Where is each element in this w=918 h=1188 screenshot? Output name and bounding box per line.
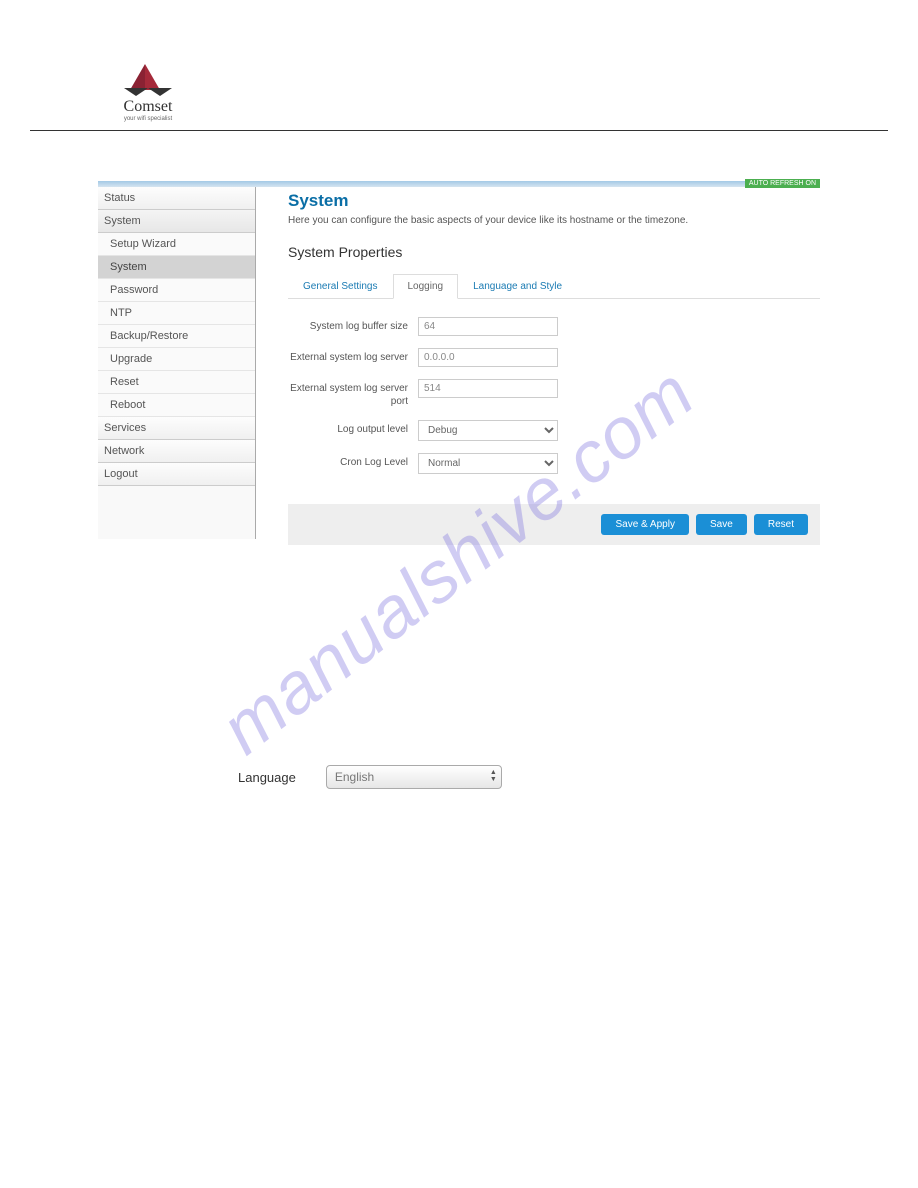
nav-ntp[interactable]: NTP — [98, 302, 255, 325]
tab-language-style[interactable]: Language and Style — [458, 274, 577, 299]
log-server-port-label: External system log server port — [288, 379, 418, 408]
page-subtitle: Here you can configure the basic aspects… — [288, 215, 820, 226]
action-bar: Save & Apply Save Reset — [288, 504, 820, 545]
log-server-port-input[interactable] — [418, 379, 558, 398]
stepper-icon: ▲▼ — [490, 769, 497, 783]
header-divider — [30, 130, 888, 131]
brand-name: Comset — [124, 98, 173, 116]
nav-reboot[interactable]: Reboot — [98, 394, 255, 417]
reset-button[interactable]: Reset — [754, 514, 808, 535]
tab-logging[interactable]: Logging — [393, 274, 459, 299]
main-content: System Here you can configure the basic … — [256, 187, 820, 545]
nav-logout[interactable]: Logout — [98, 463, 255, 486]
logo-icon — [122, 60, 174, 96]
section-title: System Properties — [288, 244, 820, 260]
nav-system[interactable]: System — [98, 210, 255, 233]
page-title: System — [288, 191, 820, 211]
buffer-size-input[interactable] — [418, 317, 558, 336]
cron-log-level-select[interactable]: Normal — [418, 453, 558, 474]
log-server-label: External system log server — [288, 348, 418, 364]
language-select[interactable]: English ▲▼ — [326, 765, 502, 789]
tabs: General Settings Logging Language and St… — [288, 274, 820, 299]
nav-setup-wizard[interactable]: Setup Wizard — [98, 233, 255, 256]
nav-network[interactable]: Network — [98, 440, 255, 463]
buffer-size-label: System log buffer size — [288, 317, 418, 333]
brand-logo: Comset your wifi specialist — [108, 60, 188, 122]
nav-password[interactable]: Password — [98, 279, 255, 302]
nav-status[interactable]: Status — [98, 187, 255, 210]
save-apply-button[interactable]: Save & Apply — [601, 514, 688, 535]
log-output-level-select[interactable]: Debug — [418, 420, 558, 441]
log-server-input[interactable] — [418, 348, 558, 367]
nav-backup-restore[interactable]: Backup/Restore — [98, 325, 255, 348]
nav-upgrade[interactable]: Upgrade — [98, 348, 255, 371]
nav-system-sub[interactable]: System — [98, 256, 255, 279]
brand-header: Comset your wifi specialist — [0, 0, 918, 122]
language-select-value: English — [335, 770, 374, 784]
log-output-level-label: Log output level — [288, 420, 418, 436]
nav-reset[interactable]: Reset — [98, 371, 255, 394]
nav-services[interactable]: Services — [98, 417, 255, 440]
language-label: Language — [238, 770, 296, 785]
cron-log-level-label: Cron Log Level — [288, 453, 418, 469]
save-button[interactable]: Save — [696, 514, 747, 535]
sidebar: Status System Setup Wizard System Passwo… — [98, 187, 256, 539]
tab-general-settings[interactable]: General Settings — [288, 274, 393, 299]
brand-tagline: your wifi specialist — [124, 116, 172, 122]
language-block: Language English ▲▼ — [98, 545, 820, 789]
